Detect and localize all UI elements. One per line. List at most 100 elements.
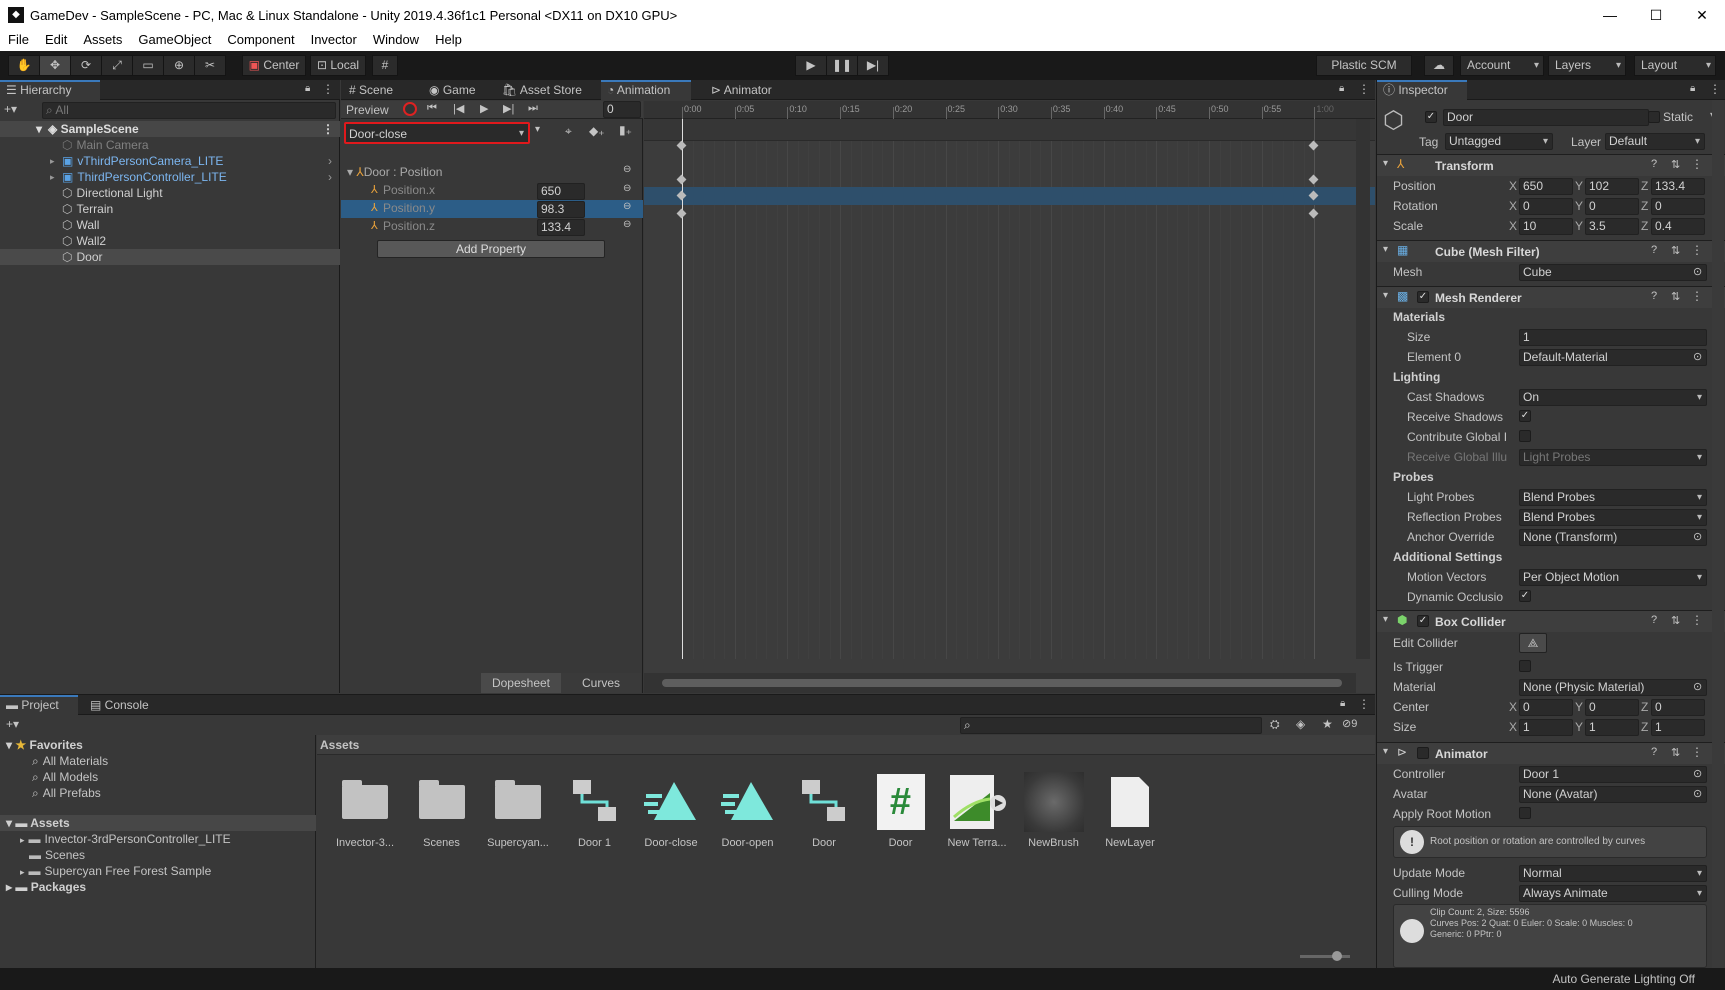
is-trigger-checkbox[interactable] [1519,660,1531,672]
tab-console[interactable]: ▤ Console [84,695,155,715]
edit-collider-icon[interactable]: ⟁ [1519,633,1547,653]
hierarchy-item[interactable]: ▸ ▣ ThirdPersonController_LITE › [0,169,340,185]
lock-icon[interactable]: 🔒︎ [305,83,310,94]
lock-icon[interactable]: 🔒︎ [1690,83,1695,94]
event-lane[interactable] [644,119,1375,141]
component-header[interactable]: ▾ ▩ ✓ Mesh Renderer? ⇅ ⋮ [1377,286,1725,308]
component-menu-icon[interactable]: ⋮ [1691,243,1703,257]
create-plus-icon[interactable]: +▾ [6,717,19,731]
move-tool-icon[interactable]: ✥ [39,55,71,76]
tab-game[interactable]: ◉ Game [423,80,482,100]
component-header[interactable]: ▾ ⊳ Animator? ⇅ ⋮ [1377,742,1725,764]
static-checkbox[interactable] [1648,111,1660,123]
menu-file[interactable]: File [0,30,37,51]
menu-window[interactable]: Window [365,30,427,51]
clip-dropdown-arrow-icon[interactable]: ▾ [535,124,540,135]
play-anim-icon[interactable]: ▶ [480,102,488,115]
static-dropdown[interactable]: Static [1663,110,1719,124]
component-menu-icon[interactable]: ⋮ [1691,613,1703,627]
tab-animation[interactable]: ◔ Animation [601,80,691,100]
position-x[interactable]: 650 [1519,178,1573,195]
rect-tool-icon[interactable]: ▭ [132,55,164,76]
center-x[interactable]: 0 [1519,699,1573,716]
filter-selected-icon[interactable]: ⌖ [565,124,572,139]
dynamic-occlusion-checkbox[interactable]: ✓ [1519,590,1531,602]
layer-dropdown[interactable]: Default [1605,133,1705,150]
preview-toggle[interactable]: Preview [346,103,389,117]
group-options-icon[interactable]: ⊖ [623,164,631,175]
preset-icon[interactable]: ⇅ [1671,158,1680,171]
object-picker-icon[interactable]: ⊙ [1693,680,1702,693]
keyframe-diamond[interactable] [676,140,687,151]
tab-inspector[interactable]: ⓘ Inspector [1377,80,1467,100]
horizontal-scrollbar[interactable] [644,673,1356,693]
property-value-input[interactable]: 650 [537,183,585,200]
play-button[interactable]: ▶ [795,55,827,76]
add-keyframe-icon[interactable]: ◆₊ [589,124,605,138]
center-y[interactable]: 0 [1585,699,1639,716]
asset-tile[interactable]: Invector-3... [330,771,400,867]
position-z[interactable]: 133.4 [1651,178,1705,195]
assets-node[interactable]: ▾ ▬ Assets [0,815,316,831]
reflection-probes-dropdown[interactable]: Blend Probes [1519,509,1707,526]
pause-button[interactable]: ❚❚ [826,55,858,76]
dopesheet-timeline[interactable]: 0:00 0:05 0:10 0:15 0:20 0:25 0:30 0:35 0:40 0:45… [644,101,1375,693]
asset-tile[interactable]: New Terra... [942,771,1012,867]
menu-component[interactable]: Component [219,30,302,51]
object-picker-icon[interactable]: ⊙ [1693,265,1702,278]
property-value-input[interactable]: 98.3 [537,201,585,218]
cast-shadows-dropdown[interactable]: On [1519,389,1707,406]
inspector-scrollbar[interactable] [1712,100,1724,968]
tag-dropdown[interactable]: Untagged [1445,133,1553,150]
dopesheet-tab[interactable]: Dopesheet [481,673,561,693]
add-property-button[interactable]: Add Property [377,240,605,258]
pivot-local-button[interactable]: ⊡ Local [310,55,366,76]
scale-x[interactable]: 10 [1519,218,1573,235]
asset-folder-item[interactable]: ▬ Scenes [20,847,85,863]
minimize-button[interactable]: — [1587,0,1633,30]
tab-animator[interactable]: ⊳ Animator [705,80,778,100]
avatar-field[interactable]: None (Avatar) [1519,786,1707,803]
favorite-item[interactable]: ⌕ All Prefabs [32,785,101,801]
menu-edit[interactable]: Edit [37,30,75,51]
transform-tool-icon[interactable]: ⊕ [163,55,195,76]
tab-hierarchy[interactable]: ☰ Hierarchy [0,80,100,100]
size-z[interactable]: 1 [1651,719,1705,736]
tab-project[interactable]: ▬ Project [0,695,78,715]
favorite-star-icon[interactable]: ★ [1322,717,1333,731]
update-mode-dropdown[interactable]: Normal [1519,865,1707,882]
tab-asset-store[interactable]: 🛍︎ Asset Store [496,80,588,100]
menu-kebab-icon[interactable]: ⋮ [1358,697,1370,711]
open-prefab-chevron-icon[interactable]: › [328,153,332,169]
label-filter-icon[interactable]: ◈ [1296,717,1305,731]
asset-folder-item[interactable]: ▸ ▬ Supercyan Free Forest Sample [20,863,211,879]
menu-help[interactable]: Help [427,30,470,51]
physic-material-field[interactable]: None (Physic Material) [1519,679,1707,696]
hidden-count[interactable]: ⊘9 [1342,717,1357,730]
property-value-input[interactable]: 133.4 [537,219,585,236]
menu-assets[interactable]: Assets [75,30,130,51]
component-menu-icon[interactable]: ⋮ [1691,157,1703,171]
active-checkbox[interactable]: ✓ [1425,111,1437,123]
asset-tile[interactable]: NewLayer [1095,771,1165,867]
menu-kebab-icon[interactable]: ⋮ [1709,82,1721,96]
keyframe-diamond[interactable] [1308,174,1319,185]
hierarchy-item[interactable]: ⬡ Main Camera [0,137,340,153]
lock-icon[interactable]: 🔒︎ [1339,83,1344,94]
rotate-tool-icon[interactable]: ⟳ [70,55,102,76]
property-row[interactable]: ⅄ Position.z 133.4 ⊖ [341,218,643,236]
favorite-item[interactable]: ⌕ All Models [32,769,98,785]
keyframe-diamond[interactable] [1308,140,1319,151]
clip-dropdown[interactable]: Door-close [344,122,530,144]
keyframe-diamond[interactable] [676,208,687,219]
asset-tile[interactable]: Door-close [636,771,706,867]
playhead[interactable] [682,119,683,659]
component-header[interactable]: ▾ ▦ Cube (Mesh Filter)? ⇅ ⋮ [1377,240,1725,262]
vertical-scrollbar[interactable] [1356,119,1370,659]
step-button[interactable]: ▶| [857,55,889,76]
grid-snap-icon[interactable]: # [372,55,398,76]
hierarchy-item[interactable]: ⬡ Wall [0,217,340,233]
size-x[interactable]: 1 [1519,719,1573,736]
menu-invector[interactable]: Invector [303,30,365,51]
component-header[interactable]: ▾ ⅄ Transform? ⇅ ⋮ [1377,154,1725,176]
